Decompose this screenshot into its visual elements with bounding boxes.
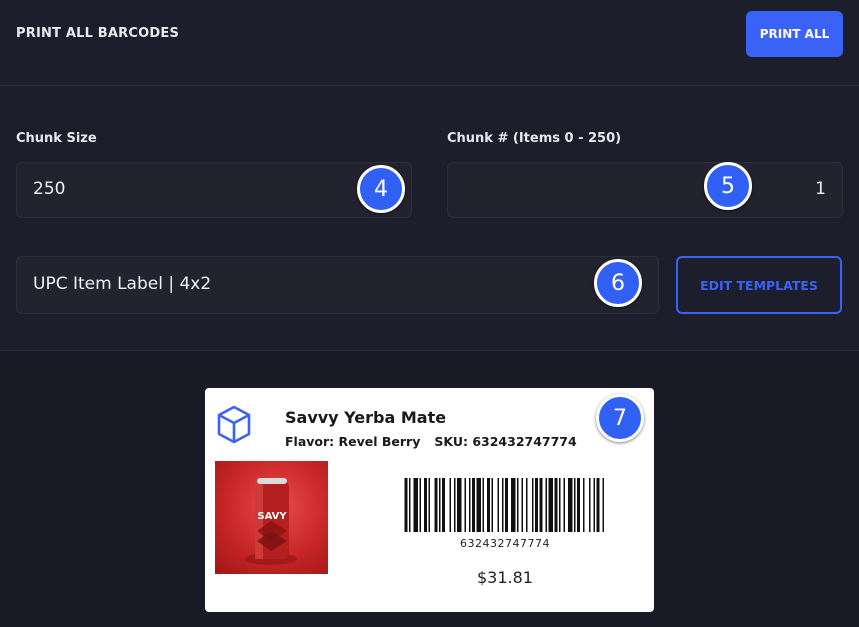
barcode-bar	[442, 478, 445, 532]
barcode-bar	[596, 478, 600, 532]
barcode-bar	[476, 478, 481, 532]
barcode-bar	[404, 478, 408, 532]
barcode-bar	[487, 478, 490, 532]
barcode-bar	[511, 478, 516, 532]
chunk-number-input[interactable]: 1	[447, 162, 843, 218]
chunk-size-input[interactable]: 250	[16, 162, 412, 218]
step-marker-6: 6	[594, 259, 642, 307]
product-meta: Flavor: Revel Berry SKU: 632432747774	[285, 434, 591, 449]
barcode-bar	[593, 478, 595, 532]
barcode-bar	[539, 478, 543, 532]
barcode-bar	[577, 478, 580, 532]
barcode-bar	[428, 478, 430, 532]
barcode-bar	[424, 478, 427, 532]
barcode-image	[404, 478, 604, 532]
page-title: PRINT ALL BARCODES	[16, 26, 180, 41]
can-brand-text: SAVY	[257, 511, 287, 522]
chunk-number-value: 1	[815, 179, 826, 199]
barcode-bar	[497, 478, 499, 532]
barcode-bar	[574, 478, 576, 532]
barcode-bar	[521, 478, 523, 532]
step-marker-7: 7	[596, 394, 644, 442]
barcode-bar	[472, 478, 475, 532]
barcode-bar	[548, 478, 553, 532]
barcode-bar	[568, 478, 573, 532]
barcode-bar	[526, 478, 528, 532]
barcode-bar	[491, 478, 493, 532]
barcode-bar	[589, 478, 591, 532]
page-header: PRINT ALL BARCODES PRINT ALL	[0, 0, 859, 86]
step-marker-5: 5	[704, 162, 752, 210]
barcode-bar	[554, 478, 558, 532]
barcode-bar	[563, 478, 565, 532]
chunk-size-value: 250	[33, 179, 66, 199]
barcode-bar	[419, 478, 421, 532]
barcode-bar	[413, 478, 418, 532]
product-name: Savvy Yerba Mate	[285, 408, 447, 427]
barcode-bar	[545, 478, 547, 532]
product-photo: SAVY	[215, 461, 328, 574]
barcode-bar	[517, 478, 519, 532]
barcode-bar	[482, 478, 484, 532]
barcode-bar	[602, 478, 604, 532]
barcode-bar	[532, 478, 534, 532]
barcode-bar	[505, 478, 508, 532]
product-sku: SKU: 632432747774	[434, 434, 577, 449]
barcode-bar	[535, 478, 538, 532]
barcode-bar	[439, 478, 441, 532]
chunk-number-label: Chunk # (Items 0 - 250)	[447, 131, 622, 146]
template-selected-value: UPC Item Label | 4x2	[33, 274, 212, 294]
step-marker-4: 4	[357, 165, 405, 213]
print-all-button[interactable]: PRINT ALL	[746, 11, 843, 57]
edit-templates-button[interactable]: EDIT TEMPLATES	[676, 256, 842, 314]
barcode-label-preview: Savvy Yerba Mate Flavor: Revel Berry SKU:…	[205, 388, 654, 612]
upc-number: 632432747774	[460, 537, 550, 550]
barcode-bar	[464, 478, 466, 532]
barcode-bar	[583, 478, 585, 532]
barcode-bar	[559, 478, 561, 532]
cube-icon	[217, 405, 251, 444]
barcode-bar	[454, 478, 456, 532]
barcode-bar	[449, 478, 451, 532]
barcode-bar	[469, 478, 471, 532]
barcode-bar	[502, 478, 504, 532]
product-flavor: Flavor: Revel Berry	[285, 434, 421, 449]
barcode-bar	[434, 478, 438, 532]
chunk-size-label: Chunk Size	[16, 131, 97, 146]
template-select[interactable]: UPC Item Label | 4x2	[16, 256, 659, 314]
product-price: $31.81	[477, 568, 533, 587]
barcode-bar	[457, 478, 462, 532]
barcode-bar	[409, 478, 411, 532]
